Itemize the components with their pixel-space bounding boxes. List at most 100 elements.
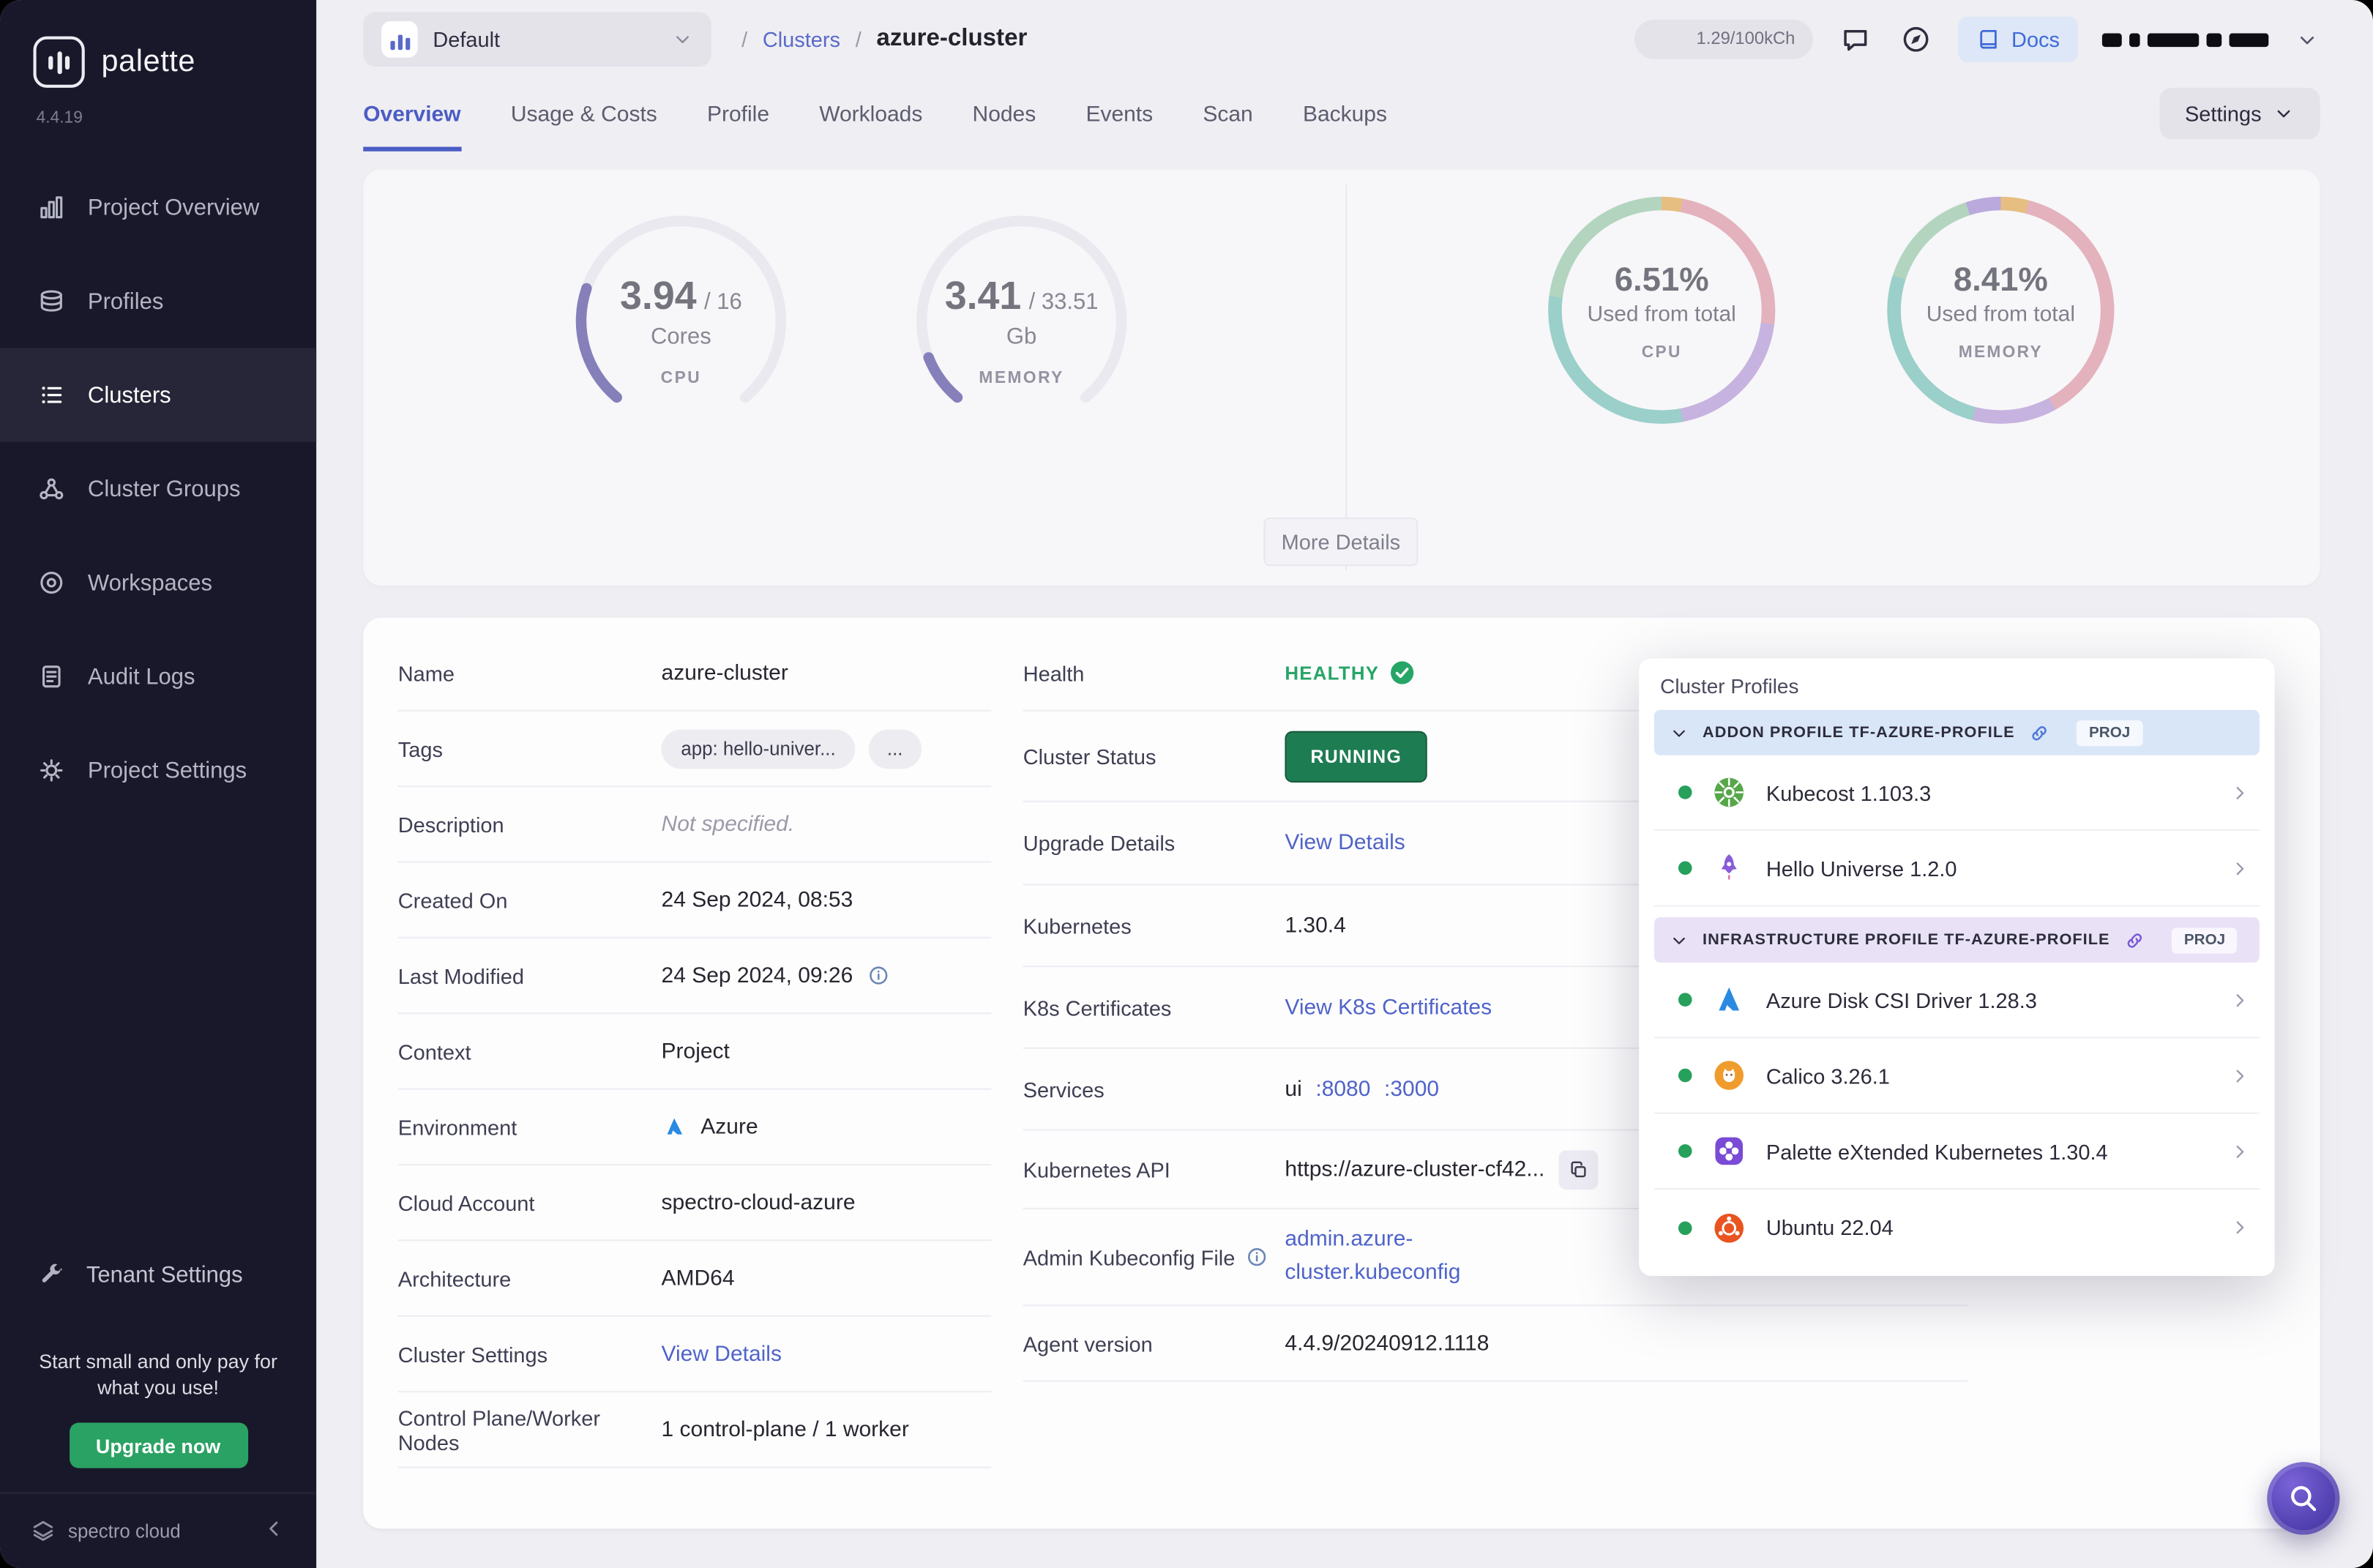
cluster-groups-icon [40, 478, 64, 500]
sidebar-item-project-settings[interactable]: Project Settings [0, 723, 316, 817]
cluster-name-value: azure-cluster [661, 660, 788, 685]
sidebar-item-cluster-groups[interactable]: Cluster Groups [0, 442, 316, 536]
memory-gauge-label: MEMORY [979, 369, 1064, 388]
context-value: Project [661, 1039, 730, 1064]
tab-overview[interactable]: Overview [363, 79, 461, 152]
tab-usage-costs[interactable]: Usage & Costs [511, 79, 657, 152]
pack-status-dot [1678, 1220, 1692, 1235]
copy-icon [1570, 1160, 1585, 1177]
addon-profile-header[interactable]: ADDON PROFILE TF-AZURE-PROFILE PROJ [1653, 709, 2260, 755]
breadcrumb: / Clusters / azure-cluster [741, 26, 1027, 53]
infrastructure-profile-header[interactable]: INFRASTRUCTURE PROFILE TF-AZURE-PROFILE … [1653, 916, 2260, 963]
ubuntu-icon [1714, 1213, 1744, 1242]
cpu-unit: Cores [651, 324, 711, 350]
upgrade-view-details-link[interactable]: View Details [1285, 831, 1405, 855]
sidebar-item-label: Project Settings [87, 757, 247, 783]
tab-scan[interactable]: Scan [1203, 79, 1252, 152]
profile-pack-row-kubecost[interactable]: Kubecost 1.103.3 [1653, 755, 2260, 832]
docs-button[interactable]: Docs [1958, 16, 2078, 62]
tab-profile[interactable]: Profile [707, 79, 769, 152]
agent-version-value: 4.4.9/20240912.1118 [1285, 1331, 1490, 1356]
kubecost-icon [1714, 777, 1744, 807]
breadcrumb-clusters-link[interactable]: Clusters [763, 27, 840, 51]
usage-pill: 1.29/100kCh [1634, 19, 1814, 59]
chevron-right-icon [2236, 1069, 2244, 1082]
tenant-settings-label: Tenant Settings [86, 1263, 243, 1289]
cluster-profiles-panel: Cluster Profiles ADDON PROFILE TF-AZURE-… [1639, 658, 2275, 1276]
kubernetes-api-url: https://azure-cluster-cf42... [1285, 1157, 1545, 1181]
detail-row-architecture: Architecture AMD64 [397, 1241, 992, 1317]
project-icon [381, 20, 418, 58]
sidebar-footer: spectro cloud [0, 1492, 317, 1568]
spectro-cloud-logo-icon [33, 1520, 53, 1541]
sidebar-collapse-button[interactable] [259, 1514, 289, 1549]
project-overview-icon [40, 196, 63, 219]
book-icon [1980, 29, 1997, 49]
memory-usage-donut: 8.41% Used from total MEMORY [1887, 196, 2115, 424]
memory-gauge: 3.41 / 33.51 Gb MEMORY [897, 197, 1146, 445]
addon-profile-name: ADDON PROFILE TF-AZURE-PROFILE [1703, 723, 2015, 742]
promo-text: Start small and only pay for what you us… [39, 1350, 277, 1400]
cpu-usage-percent: 6.51% [1614, 259, 1709, 298]
tab-nodes[interactable]: Nodes [973, 79, 1036, 152]
service-port-3000-link[interactable]: :3000 [1384, 1077, 1439, 1101]
pack-status-dot [1678, 785, 1692, 799]
info-icon[interactable] [867, 964, 889, 987]
palette-logo: palette [0, 0, 316, 88]
settings-label: Settings [2185, 101, 2262, 126]
profile-pack-row-ubuntu[interactable]: Ubuntu 22.04 [1654, 1190, 2260, 1265]
main-content: Default / Clusters / azure-cluster 1.29/… [316, 0, 2373, 1568]
settings-button[interactable]: Settings [2159, 87, 2320, 140]
description-value: Not specified. [661, 812, 795, 837]
tags-more-pill[interactable]: ... [869, 728, 922, 769]
view-k8s-certificates-link[interactable]: View K8s Certificates [1285, 995, 1492, 1019]
proj-badge: PROJ [2172, 927, 2238, 953]
sidebar-item-label: Cluster Groups [87, 476, 241, 502]
search-fab-button[interactable] [2267, 1462, 2340, 1535]
breadcrumb-separator: / [855, 27, 862, 52]
service-port-8080-link[interactable]: :8080 [1315, 1077, 1370, 1101]
tab-events[interactable]: Events [1085, 79, 1153, 152]
project-selector[interactable]: Default [363, 12, 711, 67]
sidebar-item-audit-logs[interactable]: Audit Logs [0, 630, 316, 723]
user-menu-redacted[interactable] [2101, 32, 2269, 47]
copy-button[interactable] [1558, 1149, 1598, 1190]
tab-backups[interactable]: Backups [1303, 79, 1387, 152]
last-modified-value: 24 Sep 2024, 09:26 [661, 963, 853, 988]
sidebar-item-tenant-settings[interactable]: Tenant Settings [0, 1242, 316, 1309]
profile-pack-row-hello-universe[interactable]: Hello Universe 1.2.0 [1653, 831, 2260, 907]
user-menu-chevron-button[interactable] [2292, 25, 2321, 53]
workspaces-icon [40, 572, 63, 594]
info-icon[interactable] [1246, 1246, 1268, 1269]
pack-status-dot [1678, 993, 1692, 1007]
memory-usage-caption: Used from total [1926, 302, 2076, 326]
sidebar-item-workspaces[interactable]: Workspaces [0, 536, 316, 630]
sidebar-bottom: Tenant Settings Start small and only pay… [0, 1242, 317, 1568]
profile-pack-row-calico[interactable]: Calico 3.26.1 [1653, 1038, 2260, 1114]
cluster-profiles-title: Cluster Profiles [1660, 675, 1799, 698]
more-details-button[interactable]: More Details [1263, 518, 1419, 567]
upgrade-now-button[interactable]: Upgrade now [69, 1422, 248, 1468]
docs-label: Docs [2011, 27, 2060, 52]
chevron-right-icon [2236, 1144, 2244, 1157]
infrastructure-profile-name: INFRASTRUCTURE PROFILE TF-AZURE-PROFILE [1703, 930, 2110, 949]
sidebar-item-profiles[interactable]: Profiles [0, 254, 316, 348]
sidebar-item-label: Profiles [87, 288, 164, 315]
chat-button[interactable] [1837, 21, 1874, 58]
sidebar-item-project-overview[interactable]: Project Overview [0, 160, 316, 254]
sidebar-item-label: Workspaces [87, 570, 213, 596]
compass-icon [1903, 26, 1929, 52]
chevron-down-icon [1673, 729, 1685, 736]
link-icon [2033, 725, 2047, 740]
pack-status-dot [1678, 861, 1692, 876]
link-icon [2127, 933, 2142, 947]
admin-kubeconfig-link[interactable]: admin.azure- cluster.kubeconfig [1285, 1225, 1460, 1289]
service-name: ui [1285, 1077, 1302, 1102]
cluster-settings-view-details-link[interactable]: View Details [662, 1342, 782, 1366]
profile-pack-row-azure-disk-csi[interactable]: Azure Disk CSI Driver 1.28.3 [1653, 963, 2260, 1039]
tab-workloads[interactable]: Workloads [819, 79, 922, 152]
profile-pack-row-palette-extended-kubernetes[interactable]: Palette eXtended Kubernetes 1.30.4 [1653, 1114, 2260, 1190]
compass-button[interactable] [1898, 21, 1935, 58]
clusters-icon [42, 387, 62, 404]
sidebar-item-clusters[interactable]: Clusters [0, 348, 317, 442]
